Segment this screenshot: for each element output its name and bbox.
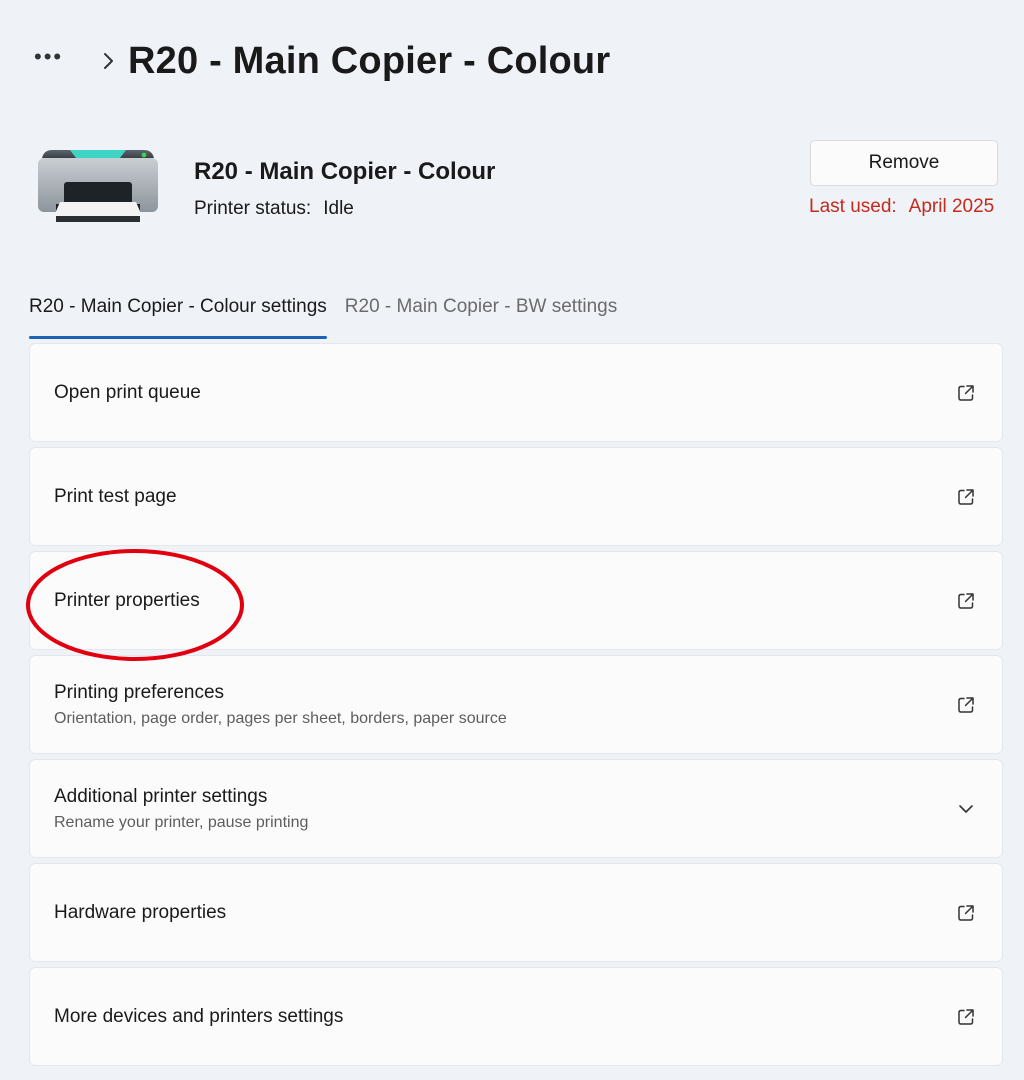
row-label: Open print queue (54, 381, 201, 403)
printer-name: R20 - Main Copier - Colour (194, 158, 496, 185)
printer-status-label: Printer status: (194, 198, 312, 219)
external-link-icon (956, 487, 976, 507)
printer-icon (36, 142, 160, 226)
row-hardware-properties[interactable]: Hardware properties (29, 863, 1003, 962)
row-label: More devices and printers settings (54, 1005, 344, 1027)
external-link-icon (956, 1007, 976, 1027)
row-description: Orientation, page order, pages per sheet… (54, 709, 507, 727)
tab-colour-settings[interactable]: R20 - Main Copier - Colour settings (29, 290, 327, 340)
printer-status: Printer status: Idle (194, 198, 354, 220)
page-title: R20 - Main Copier - Colour (128, 39, 611, 82)
external-link-icon (956, 903, 976, 923)
printer-header: R20 - Main Copier - Colour Printer statu… (36, 138, 1006, 228)
row-label: Additional printer settings (54, 785, 268, 807)
row-more-devices-printers-settings[interactable]: More devices and printers settings (29, 967, 1003, 1066)
last-used-label: Last used: (809, 196, 897, 217)
last-used: Last used: April 2025 (809, 196, 994, 218)
chevron-down-icon[interactable] (956, 799, 976, 819)
last-used-value: April 2025 (908, 196, 995, 217)
row-label: Print test page (54, 485, 177, 507)
row-print-test-page[interactable]: Print test page (29, 447, 1003, 546)
row-description: Rename your printer, pause printing (54, 813, 309, 831)
row-label: Printing preferences (54, 681, 225, 703)
row-open-print-queue[interactable]: Open print queue (29, 343, 1003, 442)
row-label: Printer properties (54, 589, 200, 611)
tab-bw-settings[interactable]: R20 - Main Copier - BW settings (345, 290, 617, 340)
external-link-icon (956, 695, 976, 715)
external-link-icon (956, 591, 976, 611)
row-additional-printer-settings[interactable]: Additional printer settings Rename your … (29, 759, 1003, 858)
row-printer-properties[interactable]: Printer properties (29, 551, 1003, 650)
printer-status-value: Idle (323, 198, 354, 219)
settings-tabs: R20 - Main Copier - Colour settings R20 … (29, 290, 617, 340)
external-link-icon (956, 383, 976, 403)
remove-button[interactable]: Remove (810, 140, 998, 186)
more-icon[interactable]: ••• (34, 46, 94, 76)
settings-list: Open print queue Print test page Printer… (29, 343, 1003, 1071)
row-printing-preferences[interactable]: Printing preferences Orientation, page o… (29, 655, 1003, 754)
row-label: Hardware properties (54, 901, 227, 923)
breadcrumb: ••• R20 - Main Copier - Colour (34, 38, 610, 84)
chevron-right-icon (94, 51, 128, 71)
